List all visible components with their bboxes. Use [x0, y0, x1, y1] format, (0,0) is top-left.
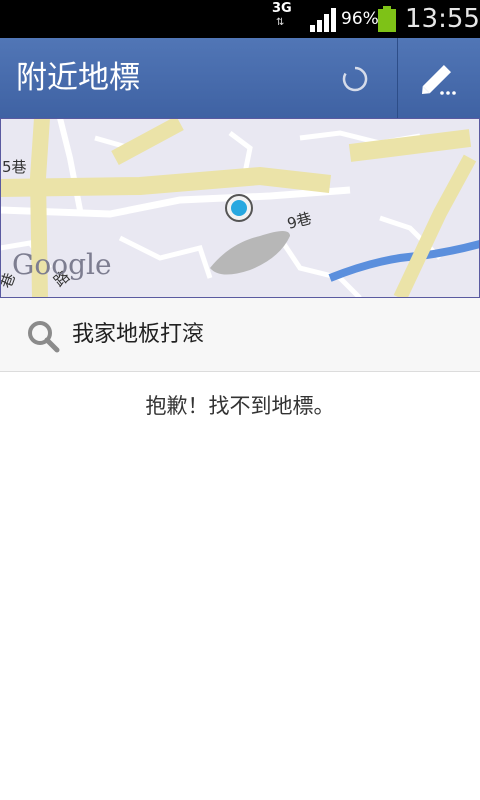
search-bar[interactable]: 我家地板打滾 — [0, 298, 480, 372]
page-title: 附近地標 — [16, 60, 140, 96]
search-icon — [28, 321, 60, 353]
signal-bars-icon — [310, 8, 336, 32]
battery-percent: 96% — [341, 9, 379, 29]
map-view[interactable]: 5巷 9巷 巷 路 Google — [0, 118, 480, 298]
map-label-lane-left: 5巷 — [2, 158, 27, 176]
google-logo: Google — [12, 248, 112, 281]
search-query[interactable]: 我家地板打滾 — [72, 298, 204, 371]
battery-icon — [378, 6, 396, 32]
status-bar: 3G ⇅ 96% 13:55 — [0, 0, 480, 38]
clock: 13:55 — [405, 4, 480, 34]
data-activity-icon: ⇅ — [276, 17, 285, 28]
network-type: 3G — [272, 1, 292, 16]
edit-button[interactable] — [398, 38, 480, 118]
location-marker-icon — [225, 194, 253, 222]
empty-results-message: 抱歉！找不到地標。 — [145, 394, 335, 418]
spinner-icon — [342, 66, 368, 92]
pencil-icon — [422, 65, 456, 95]
